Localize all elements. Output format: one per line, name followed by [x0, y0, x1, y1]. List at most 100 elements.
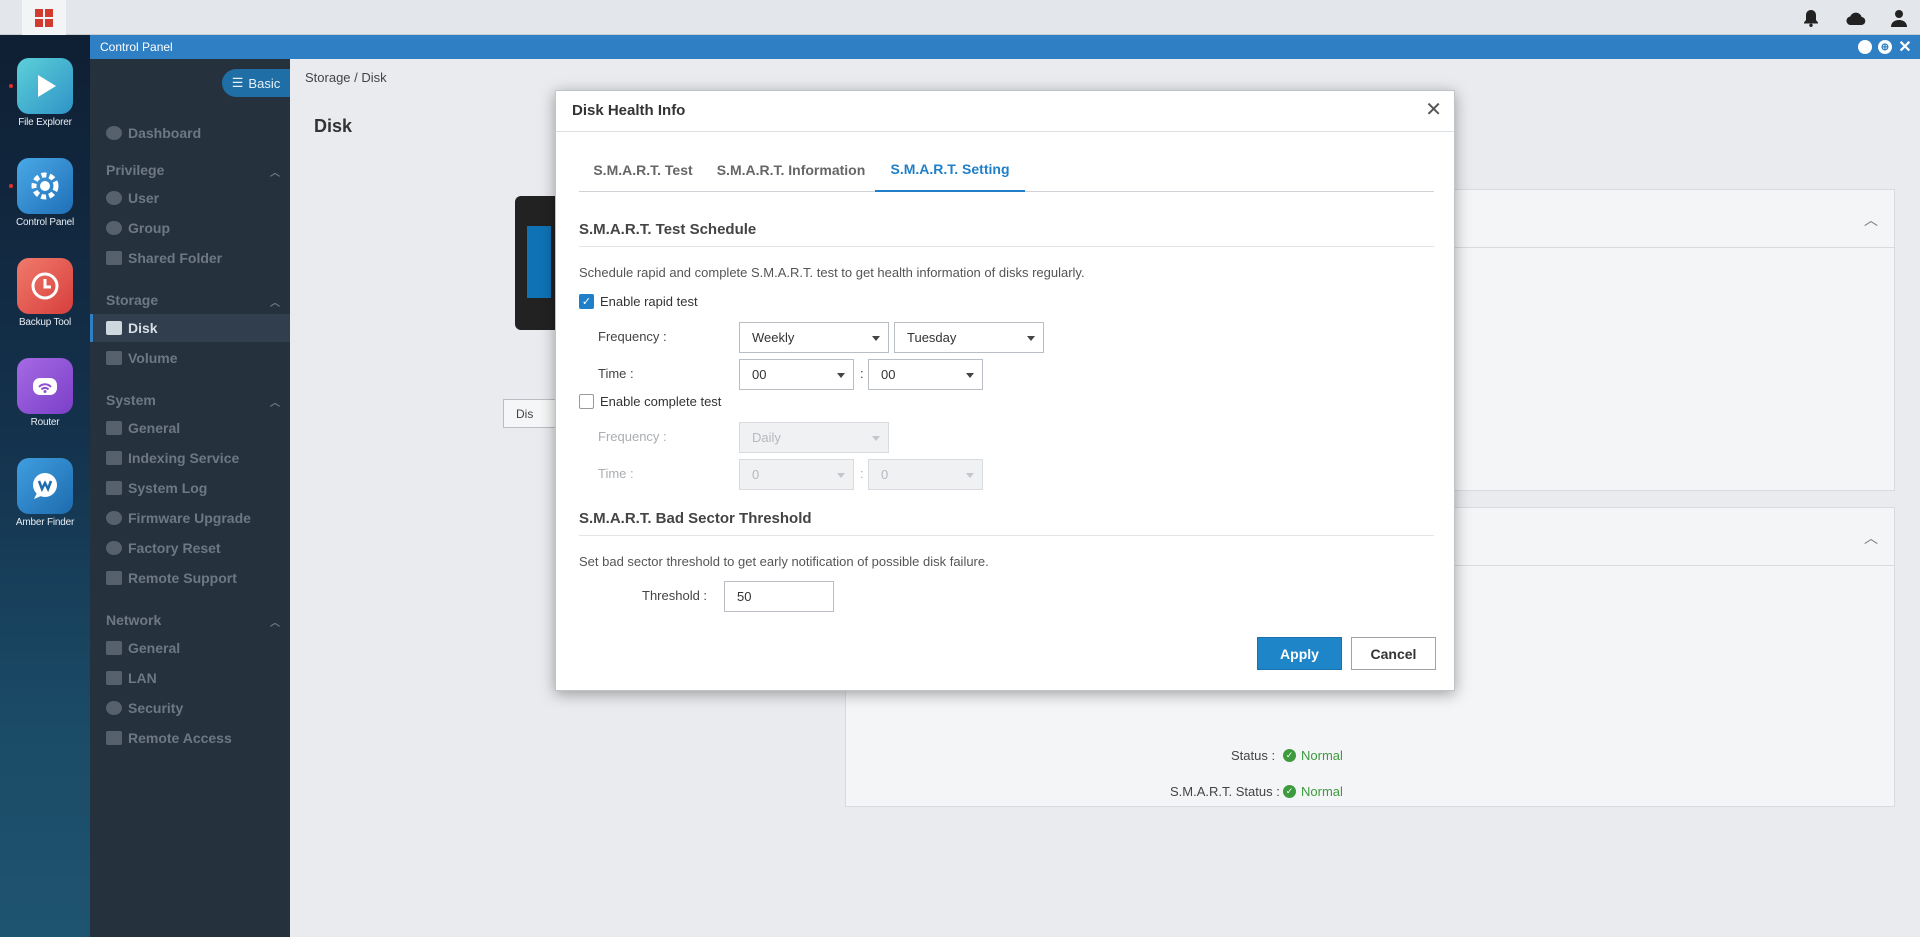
rapid-day-select[interactable]: Tuesday: [894, 322, 1044, 353]
sidebar-item-remote-support[interactable]: Remote Support: [90, 564, 290, 592]
mode-label: Basic: [248, 75, 281, 91]
select-value: 0: [881, 467, 889, 482]
tab-bar: S.M.A.R.T. Test S.M.A.R.T. Information S…: [579, 148, 1434, 192]
status-label: Status :: [1231, 748, 1276, 763]
category-label: Privilege: [106, 162, 165, 178]
dock-app-label: Control Panel: [16, 217, 74, 228]
breadcrumb: Storage / Disk: [305, 70, 387, 85]
sidebar-item-label: Remote Support: [128, 570, 237, 586]
window-titlebar: Control Panel ⊕ ✕: [90, 35, 1920, 59]
dock-app-control-panel[interactable]: Control Panel: [0, 158, 90, 228]
user-account-icon[interactable]: [1888, 7, 1910, 29]
sidebar-item-label: Group: [128, 220, 170, 236]
notification-bell-icon[interactable]: [1800, 7, 1822, 29]
tab-smart-information[interactable]: S.M.A.R.T. Information: [707, 148, 875, 192]
category-label: Network: [106, 612, 162, 628]
enable-complete-test-checkbox[interactable]: Enable complete test: [579, 394, 721, 409]
group-icon: [106, 221, 122, 235]
rapid-minute-select[interactable]: 00: [868, 359, 983, 390]
chevron-up-icon[interactable]: ︿: [1864, 528, 1878, 548]
sidebar-category-system[interactable]: System ︿: [106, 392, 290, 409]
tab-smart-test[interactable]: S.M.A.R.T. Test: [579, 148, 707, 192]
dock-app-backup-tool[interactable]: Backup Tool: [0, 258, 90, 328]
sidebar-item-user[interactable]: User: [90, 184, 290, 212]
sidebar-category-storage[interactable]: Storage ︿: [106, 292, 290, 309]
start-menu-button[interactable]: [22, 0, 66, 35]
running-indicator: [9, 184, 13, 188]
sidebar-item-group[interactable]: Group: [90, 214, 290, 242]
threshold-description: Set bad sector threshold to get early no…: [579, 554, 989, 569]
volume-icon: [106, 351, 122, 365]
smart-status-label: S.M.A.R.T. Status :: [1170, 784, 1280, 799]
sidebar-item-label: General: [128, 420, 181, 436]
disk-icon: [106, 321, 122, 335]
rapid-frequency-select[interactable]: Weekly: [739, 322, 889, 353]
disk-health-button[interactable]: Dis: [503, 399, 563, 428]
mode-toggle-button[interactable]: ☰ Basic: [222, 69, 290, 97]
sidebar-item-lan[interactable]: LAN: [90, 664, 290, 692]
dock-app-router[interactable]: Router: [0, 358, 90, 428]
sidebar-item-network-general[interactable]: General: [90, 634, 290, 662]
status-value: ✓ Normal: [1283, 748, 1343, 763]
sidebar-item-volume[interactable]: Volume: [90, 344, 290, 372]
cancel-button[interactable]: Cancel: [1351, 637, 1436, 670]
check-circle-icon: ✓: [1283, 785, 1296, 798]
upgrade-icon: [106, 511, 122, 525]
time-separator: :: [860, 366, 864, 381]
section-title-threshold: S.M.A.R.T. Bad Sector Threshold: [579, 510, 1434, 536]
close-icon[interactable]: ✕: [1425, 100, 1442, 120]
dock-app-label: Router: [30, 417, 60, 428]
dialog-title: Disk Health Info: [572, 102, 686, 119]
chevron-up-icon: ︿: [270, 298, 280, 309]
minimize-button[interactable]: [1858, 40, 1872, 54]
reset-icon: [106, 541, 122, 555]
apply-button[interactable]: Apply: [1257, 637, 1342, 670]
remote-access-icon: [106, 731, 122, 745]
cloud-icon[interactable]: [1844, 7, 1866, 29]
caret-down-icon: [872, 336, 880, 341]
list-icon: ☰: [231, 75, 244, 90]
sidebar-item-label: LAN: [128, 670, 157, 686]
threshold-input[interactable]: 50: [724, 581, 834, 612]
checkbox-unchecked-icon[interactable]: [579, 394, 594, 409]
dock-app-file-explorer[interactable]: File Explorer: [0, 58, 90, 128]
chevron-up-icon[interactable]: ︿: [1864, 210, 1878, 230]
select-value: 0: [752, 467, 760, 482]
sidebar-item-firmware-upgrade[interactable]: Firmware Upgrade: [90, 504, 290, 532]
sidebar-item-label: Disk: [128, 320, 158, 336]
sidebar-item-label: Security: [128, 700, 184, 716]
sidebar-item-system-general[interactable]: General: [90, 414, 290, 442]
status-text: Normal: [1301, 784, 1343, 799]
sidebar-category-network[interactable]: Network ︿: [106, 612, 290, 629]
sidebar-item-shared-folder[interactable]: Shared Folder: [90, 244, 290, 272]
sidebar-item-system-log[interactable]: System Log: [90, 474, 290, 502]
running-indicator: [9, 84, 13, 88]
sidebar-item-label: Firmware Upgrade: [128, 510, 251, 526]
sidebar-item-indexing-service[interactable]: Indexing Service: [90, 444, 290, 472]
lan-icon: [106, 671, 122, 685]
backup-tool-icon: [17, 258, 73, 314]
remote-support-icon: [106, 571, 122, 585]
sidebar-category-privilege[interactable]: Privilege ︿: [106, 162, 290, 179]
caret-down-icon: [837, 473, 845, 478]
sidebar-item-dashboard[interactable]: Dashboard: [90, 119, 290, 147]
sidebar-item-disk[interactable]: Disk: [90, 314, 290, 342]
sidebar-item-factory-reset[interactable]: Factory Reset: [90, 534, 290, 562]
sidebar-item-security[interactable]: Security: [90, 694, 290, 722]
sidebar-item-label: Volume: [128, 350, 178, 366]
tab-smart-setting[interactable]: S.M.A.R.T. Setting: [875, 148, 1025, 192]
sidebar-item-remote-access[interactable]: Remote Access: [90, 724, 290, 752]
maximize-button[interactable]: ⊕: [1878, 40, 1892, 54]
complete-frequency-select: Daily: [739, 422, 889, 453]
sidebar: ☰ Basic Dashboard Privilege ︿ User Group …: [90, 59, 290, 937]
disk-health-info-dialog: Disk Health Info ✕ S.M.A.R.T. Test S.M.A…: [555, 90, 1455, 691]
enable-rapid-test-checkbox[interactable]: ✓ Enable rapid test: [579, 294, 698, 309]
general-icon: [106, 421, 122, 435]
close-window-button[interactable]: ✕: [1898, 39, 1912, 56]
select-value: Daily: [752, 430, 781, 445]
app-grid-icon: [35, 8, 53, 27]
rapid-hour-select[interactable]: 00: [739, 359, 854, 390]
dock-app-amber-finder[interactable]: Amber Finder: [0, 458, 90, 528]
checkbox-checked-icon[interactable]: ✓: [579, 294, 594, 309]
user-icon: [106, 191, 122, 205]
